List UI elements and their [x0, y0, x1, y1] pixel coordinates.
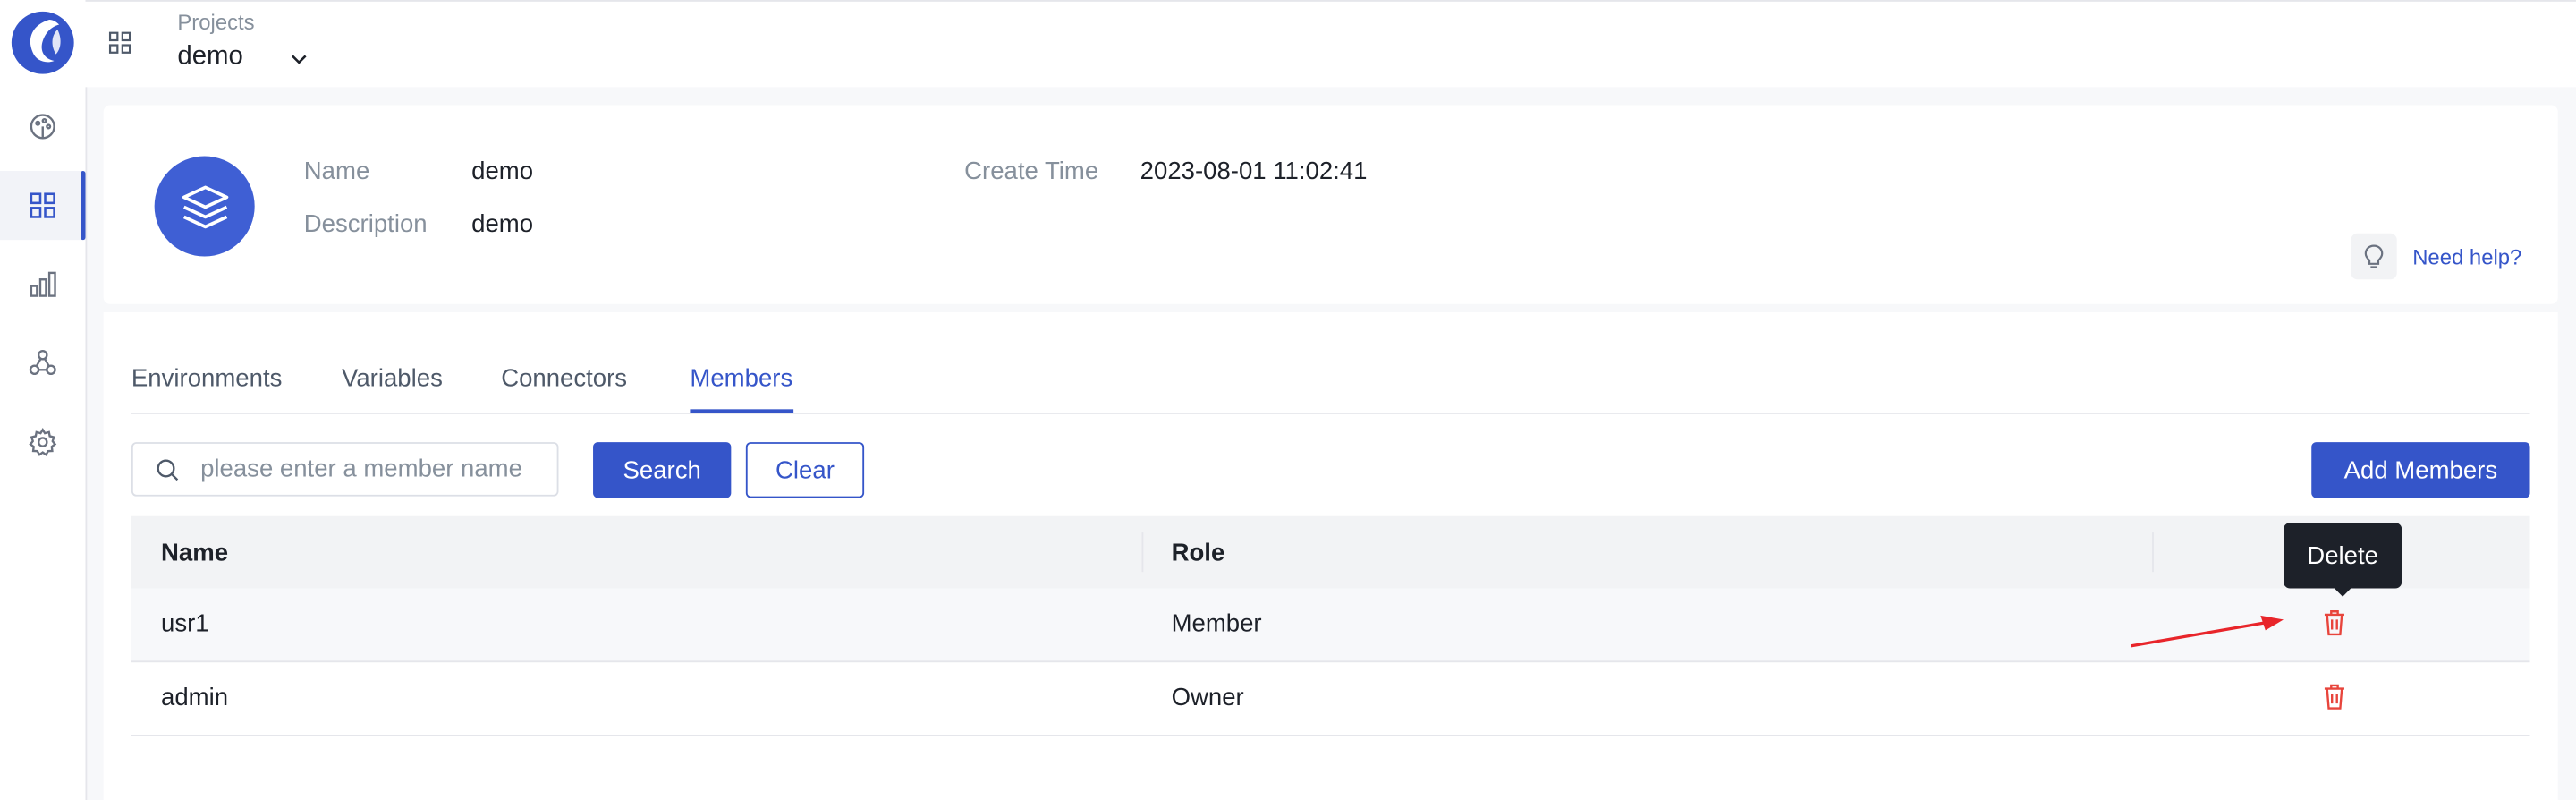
page: Projects demo Name demo Description demo… [0, 0, 2576, 800]
lightbulb-icon [2350, 233, 2396, 280]
clear-button[interactable]: Clear [745, 442, 865, 498]
gear-icon [29, 428, 57, 456]
tab-environments[interactable]: Environments [131, 365, 282, 393]
projects-caption: Projects [177, 10, 255, 35]
app-logo[interactable] [10, 10, 75, 75]
tab-bar: Environments Variables Connectors Member… [131, 348, 2530, 414]
create-time-label: Create Time [964, 157, 1099, 186]
member-role: Owner [1171, 684, 1244, 712]
nodes-icon [29, 349, 56, 376]
search-icon [157, 459, 179, 481]
trash-icon[interactable] [2321, 682, 2347, 711]
nav-item-dashboard[interactable] [0, 92, 86, 161]
table-row: admin Owner [131, 662, 2530, 736]
add-members-button[interactable]: Add Members [2311, 442, 2530, 498]
project-info-card: Name demo Description demo Create Time 2… [103, 105, 2558, 304]
search-button[interactable]: Search [593, 442, 732, 498]
need-help-text: Need help? [2412, 243, 2522, 269]
member-name: admin [160, 684, 229, 712]
column-header-name: Name [160, 539, 229, 567]
tab-variables[interactable]: Variables [342, 365, 443, 393]
description-value: demo [471, 210, 534, 239]
tab-members[interactable]: Members [690, 365, 792, 413]
member-search-input[interactable] [200, 443, 546, 495]
create-time-value: 2023-08-01 11:02:41 [1140, 157, 1368, 186]
layers-icon [181, 184, 228, 228]
nav-item-settings[interactable] [0, 408, 86, 477]
apps-grid-icon[interactable] [108, 31, 131, 63]
nav-item-reports[interactable] [0, 250, 86, 319]
column-divider [2152, 532, 2154, 573]
nav-item-projects[interactable] [0, 171, 86, 241]
tab-connectors[interactable]: Connectors [501, 365, 627, 393]
name-label: Name [303, 157, 370, 186]
nav-item-integrations[interactable] [0, 328, 86, 397]
delete-tooltip: Delete [2284, 523, 2402, 597]
project-avatar [154, 156, 255, 257]
member-search-box [131, 442, 559, 497]
palette-icon [30, 114, 55, 140]
topbar: Projects demo [85, 0, 2576, 88]
description-label: Description [303, 210, 428, 239]
grid-icon [30, 192, 55, 218]
project-selector[interactable]: demo [177, 43, 243, 72]
name-value: demo [471, 157, 534, 186]
column-divider [1141, 532, 1144, 573]
trash-icon[interactable] [2321, 609, 2347, 638]
table-header: Name Role [131, 515, 2530, 589]
member-role: Member [1171, 609, 1262, 638]
sidebar [0, 0, 88, 800]
column-header-role: Role [1171, 539, 1225, 567]
need-help-link[interactable]: Need help? [2350, 233, 2522, 280]
members-panel: Environments Variables Connectors Member… [103, 311, 2558, 800]
member-name: usr1 [160, 609, 209, 638]
chevron-down-icon[interactable] [289, 47, 309, 77]
bar-chart-icon [30, 271, 56, 297]
annotation-arrow-icon [2130, 615, 2284, 648]
